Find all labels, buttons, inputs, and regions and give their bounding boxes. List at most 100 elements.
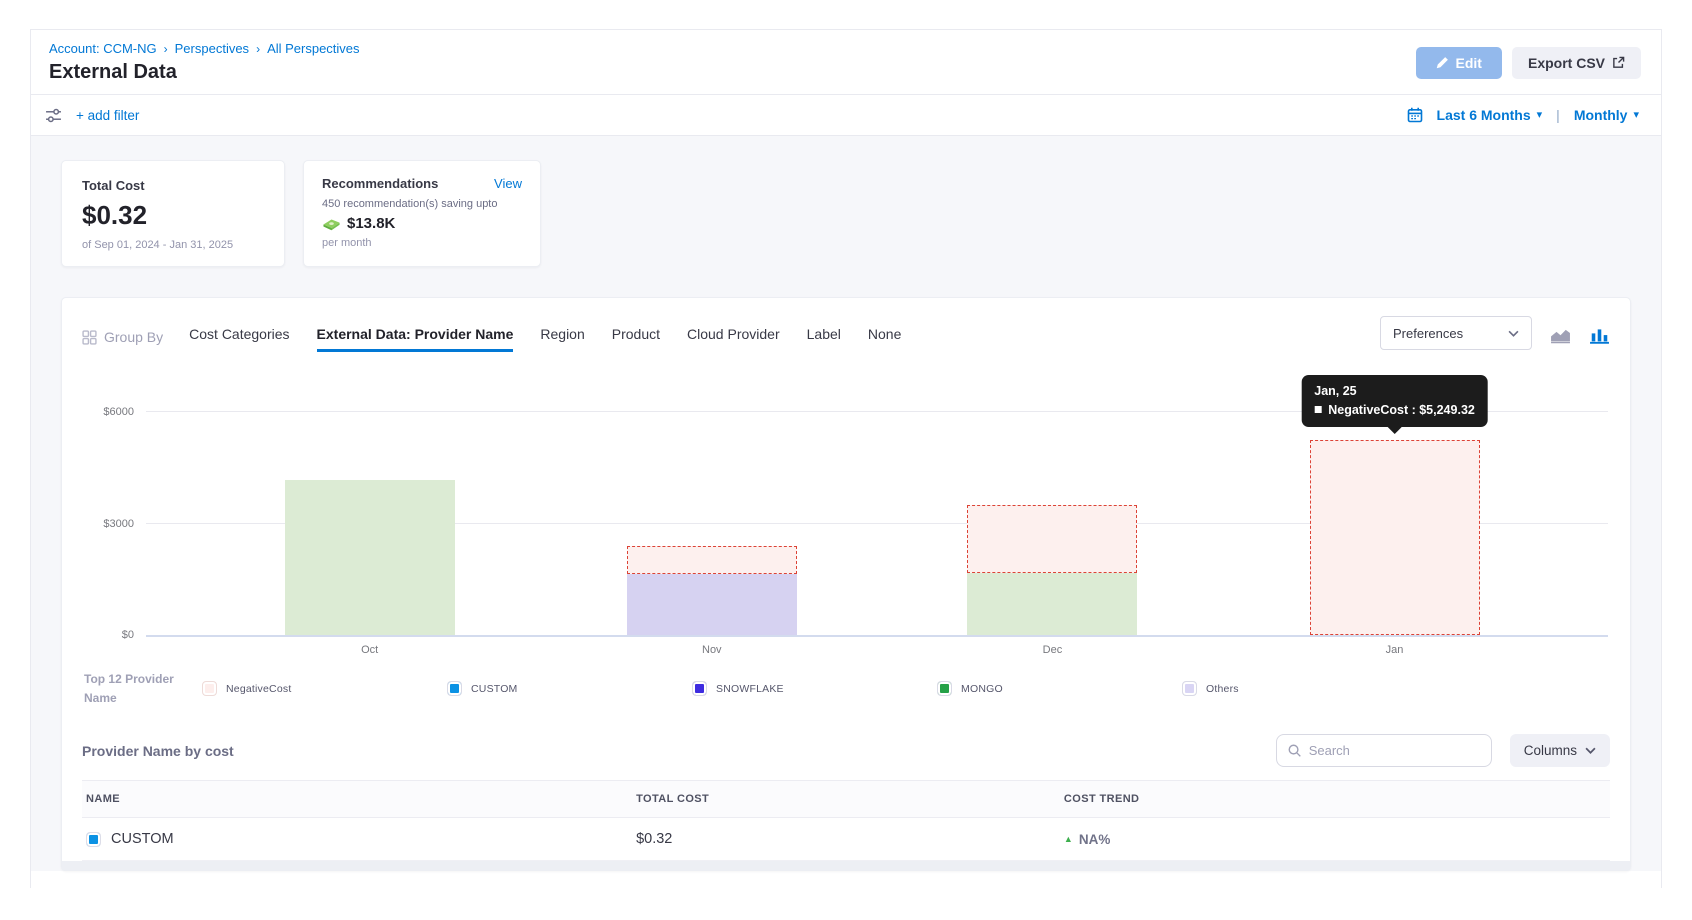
recommendations-title: Recommendations [322, 176, 438, 191]
granularity-dropdown[interactable]: Monthly ▾ [1574, 107, 1639, 123]
tab-product[interactable]: Product [612, 326, 660, 352]
summary-row: Total Cost $0.32 of Sep 01, 2024 - Jan 3… [61, 160, 1631, 267]
app-window: Account: CCM-NG›Perspectives›All Perspec… [30, 29, 1662, 888]
table-row-custom[interactable]: CUSTOM $0.32 ▲NA% [82, 818, 1610, 861]
bar-jan-negativecost[interactable] [1310, 440, 1480, 635]
legend-swatch-mongo [937, 681, 952, 696]
edit-button-label: Edit [1456, 55, 1482, 71]
column-header-cost-trend: COST TREND [1060, 781, 1610, 818]
total-cost-period: of Sep 01, 2024 - Jan 31, 2025 [82, 239, 264, 251]
legend-label: Others [1206, 683, 1239, 695]
x-axis-label-dec: Dec [1043, 644, 1063, 656]
bar-chart-toggle-icon[interactable] [1589, 327, 1610, 344]
money-icon [322, 216, 341, 232]
chevron-down-icon: ▾ [1537, 110, 1543, 121]
edit-button[interactable]: Edit [1416, 47, 1502, 79]
page-header: Account: CCM-NG›Perspectives›All Perspec… [31, 30, 1661, 95]
total-cost-title: Total Cost [82, 178, 264, 193]
time-range-dropdown[interactable]: Last 6 Months ▾ [1437, 107, 1543, 123]
legend-title: Top 12 Provider Name [84, 670, 202, 707]
grid-icon [82, 330, 97, 345]
bar-oct-mongo[interactable] [285, 480, 455, 635]
row-swatch [86, 832, 101, 847]
time-range-label: Last 6 Months [1437, 107, 1531, 123]
cell-name: CUSTOM [82, 818, 632, 861]
tab-region[interactable]: Region [540, 326, 584, 352]
filter-bar-divider: | [1556, 107, 1560, 123]
columns-button[interactable]: Columns [1510, 734, 1610, 767]
recommendations-card: Recommendations View 450 recommendation(… [303, 160, 541, 267]
preferences-dropdown[interactable]: Preferences [1380, 316, 1532, 350]
x-axis-label-jan: Jan [1386, 644, 1404, 656]
cost-chart: $0$3000$6000OctNovDecJanJan, 25NegativeC… [82, 382, 1610, 637]
legend-item-mongo[interactable]: MONGO [937, 681, 1182, 696]
legend-label: NegativeCost [226, 683, 291, 695]
legend-label: SNOWFLAKE [716, 683, 784, 695]
bar-dec-mongo[interactable] [967, 573, 1137, 635]
table-toolbar: Provider Name by cost Columns [82, 734, 1610, 767]
export-csv-label: Export CSV [1528, 55, 1605, 71]
x-axis-label-nov: Nov [702, 644, 722, 656]
total-cost-value: $0.32 [82, 200, 264, 231]
chevron-down-icon [1508, 330, 1519, 337]
breadcrumb: Account: CCM-NG›Perspectives›All Perspec… [49, 41, 360, 56]
legend-item-others[interactable]: Others [1182, 681, 1427, 696]
breadcrumb-link-perspectives[interactable]: Perspectives [175, 41, 249, 56]
chart-legend: Top 12 Provider Name NegativeCost CUSTOM S… [82, 670, 1610, 707]
legend-item-negativecost[interactable]: NegativeCost [202, 681, 447, 696]
bar-nov-negativecost[interactable] [627, 546, 797, 574]
legend-label: MONGO [961, 683, 1003, 695]
chevron-down-icon [1585, 747, 1596, 754]
view-recommendations-link[interactable]: View [494, 176, 522, 191]
legend-swatch-others [1182, 681, 1197, 696]
page-header-left: Account: CCM-NG›Perspectives›All Perspec… [49, 41, 360, 84]
chevron-down-icon: ▾ [1633, 110, 1639, 121]
breadcrumb-separator: › [164, 42, 168, 56]
area-chart-toggle-icon[interactable] [1550, 327, 1571, 344]
recommendations-summary-text: 450 recommendation(s) saving upto [322, 198, 522, 210]
bar-dec-negativecost[interactable] [967, 505, 1137, 573]
search-icon [1287, 743, 1302, 758]
breadcrumb-link-account-ccm-ng[interactable]: Account: CCM-NG [49, 41, 157, 56]
page-header-actions: Edit Export CSV [1416, 47, 1641, 79]
tab-external-data-provider-name[interactable]: External Data: Provider Name [317, 326, 514, 352]
table-header: NAMETOTAL COSTCOST TREND [82, 781, 1610, 818]
external-link-icon [1612, 56, 1625, 69]
tab-cloud-provider[interactable]: Cloud Provider [687, 326, 780, 352]
legend-swatch-custom [447, 681, 462, 696]
pencil-icon [1436, 56, 1449, 69]
columns-button-label: Columns [1524, 743, 1577, 758]
export-csv-button[interactable]: Export CSV [1512, 47, 1641, 79]
filter-sliders-icon[interactable] [45, 108, 62, 123]
cell-total-cost: $0.32 [632, 818, 1060, 861]
legend-swatch-negativecost [202, 681, 217, 696]
preferences-label: Preferences [1393, 326, 1463, 341]
column-header-name: NAME [82, 781, 632, 818]
legend-swatch-snowflake [692, 681, 707, 696]
search-input[interactable] [1309, 743, 1481, 758]
y-axis-label: $6000 [103, 406, 134, 418]
page-body: Total Cost $0.32 of Sep 01, 2024 - Jan 3… [31, 136, 1661, 871]
table-next-row-cut [62, 861, 1630, 870]
legend-item-custom[interactable]: CUSTOM [447, 681, 692, 696]
group-by-tabs: Cost Categories External Data: Provider N… [189, 326, 901, 352]
filter-bar: + add filter Last 6 Months ▾ | Monthly ▾ [31, 95, 1661, 136]
trend-cell: ▲NA% [1064, 832, 1602, 847]
group-by-label: Group By [82, 329, 163, 352]
tab-none[interactable]: None [868, 326, 901, 352]
y-axis-label: $3000 [103, 518, 134, 530]
name-cell: CUSTOM [86, 831, 624, 847]
chart-card: Group By Cost Categories External Data: P… [61, 297, 1631, 871]
bar-nov-snowflake[interactable] [627, 574, 797, 635]
cell-cost-trend: ▲NA% [1060, 818, 1610, 861]
tab-label[interactable]: Label [807, 326, 841, 352]
tab-cost-categories[interactable]: Cost Categories [189, 326, 289, 352]
trend-value: NA% [1079, 832, 1111, 847]
provider-cost-table: NAMETOTAL COSTCOST TREND CUSTOM $0.32 ▲NA% [82, 780, 1610, 861]
chart-plot: $0$3000$6000OctNovDecJanJan, 25NegativeC… [146, 382, 1608, 637]
tooltip-value-row: NegativeCost : $5,249.32 [1314, 403, 1475, 417]
total-cost-card: Total Cost $0.32 of Sep 01, 2024 - Jan 3… [61, 160, 285, 267]
add-filter-button[interactable]: + add filter [76, 108, 139, 123]
breadcrumb-link-all-perspectives[interactable]: All Perspectives [267, 41, 359, 56]
legend-item-snowflake[interactable]: SNOWFLAKE [692, 681, 937, 696]
